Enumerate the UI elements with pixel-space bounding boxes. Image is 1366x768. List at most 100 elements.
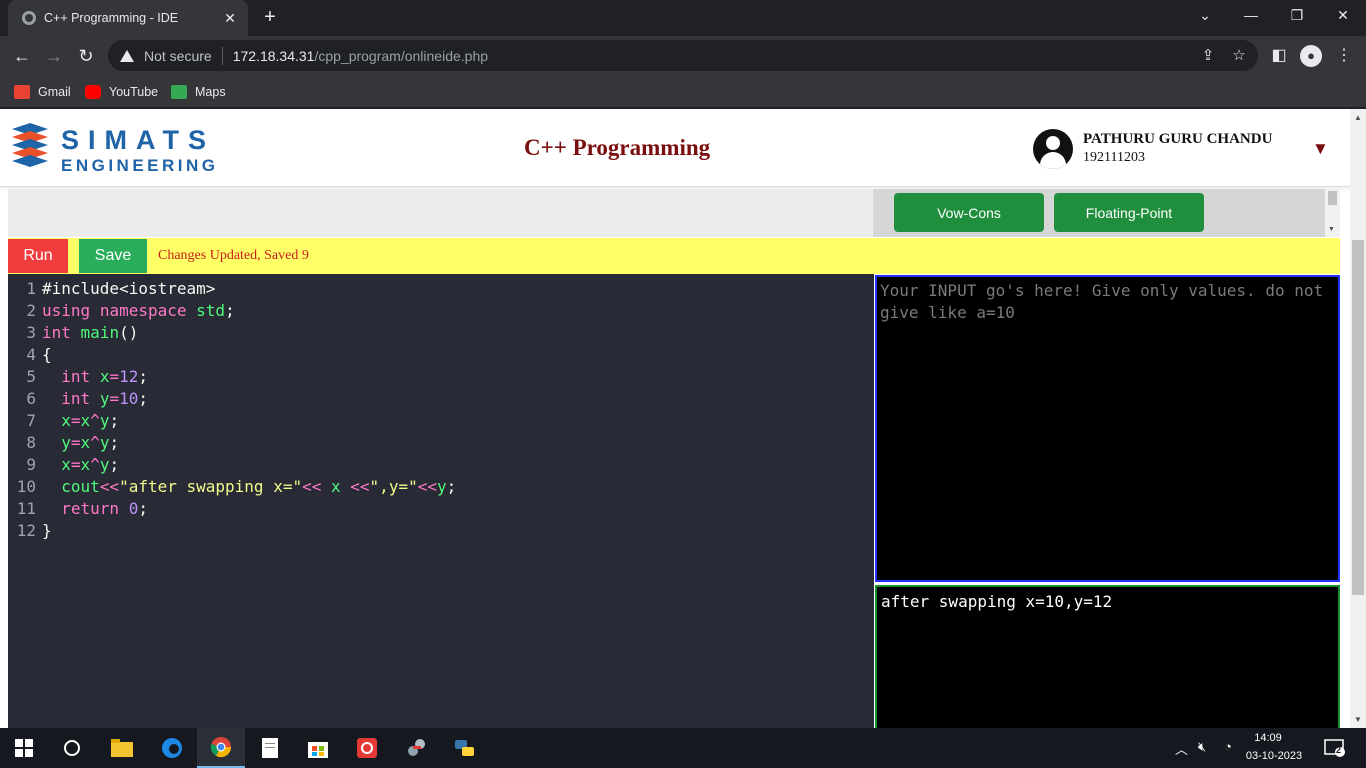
browser-toolbar: ← → ↻ Not secure 172.18.34.31/cpp_progra… (0, 36, 1366, 76)
snippet-button-floating-point[interactable]: Floating-Point (1054, 193, 1204, 232)
browser-titlebar: C++ Programming - IDE ✕ + ⌄ — ❐ ✕ (0, 0, 1366, 36)
line-number: 1 (26, 279, 36, 298)
code-line[interactable]: 8 y=x^y; (8, 432, 119, 454)
bookmark-label: Gmail (38, 85, 71, 99)
snippet-panel: Vow-Cons Floating-Point (873, 189, 1325, 237)
close-window-button[interactable]: ✕ (1320, 0, 1366, 32)
code-line[interactable]: 9 x=x^y; (8, 454, 119, 476)
profile-icon[interactable]: ● (1300, 45, 1322, 67)
volume-muted-icon[interactable]: 🔇︎ (1198, 739, 1206, 755)
user-avatar-icon[interactable] (1033, 129, 1073, 169)
code-line[interactable]: 1 #include<iostream> (8, 278, 215, 300)
start-icon[interactable] (0, 728, 48, 768)
store-icon[interactable] (294, 728, 342, 768)
code-editor[interactable]: 1 #include<iostream> 2 using namespace std;… (8, 274, 874, 728)
code-line[interactable]: 6 int y=10; (8, 388, 148, 410)
web-page: SIMATS ENGINEERING C++ Programming PATHU… (0, 109, 1366, 728)
site-header: SIMATS ENGINEERING C++ Programming PATHU… (0, 109, 1350, 187)
clock-time[interactable]: 14:09 (1244, 732, 1292, 744)
edge-icon[interactable] (148, 728, 196, 768)
program-output: after swapping x=10,y=12 (875, 585, 1340, 728)
simats-logo-mark-icon (12, 123, 48, 167)
menu-icon[interactable]: ⋮ (1332, 44, 1356, 68)
scrollbar-thumb[interactable] (1352, 240, 1364, 595)
scroll-up-arrow-icon[interactable]: ▲ (1354, 113, 1362, 122)
share-icon[interactable]: ⇪ (1198, 46, 1218, 66)
line-number: 7 (26, 411, 36, 430)
code-line[interactable]: 7 x=x^y; (8, 410, 119, 432)
chevron-up-icon[interactable]: ︿ (1175, 739, 1188, 758)
line-number: 5 (26, 367, 36, 386)
scroll-down-arrow-icon[interactable]: ▼ (1354, 715, 1362, 724)
windows-taskbar: ︿ 🔇︎ ◔ 14:09 03-10-2023 2 (0, 728, 1366, 768)
scroll-down-arrow-icon[interactable]: ▼ (1328, 226, 1335, 233)
line-number: 6 (26, 389, 36, 408)
reload-button[interactable]: ↻ (72, 42, 100, 70)
code-line[interactable]: 12} (8, 520, 52, 542)
save-button[interactable]: Save (79, 239, 147, 273)
user-menu-caret-icon[interactable]: ▼ (1312, 139, 1329, 159)
user-name: PATHURU GURU CHANDU (1083, 131, 1273, 147)
restore-button[interactable]: ❐ (1274, 0, 1320, 32)
back-button[interactable]: ← (8, 42, 36, 70)
app-icon[interactable] (343, 728, 391, 768)
python-icon[interactable] (441, 728, 489, 768)
snippet-scrollbar[interactable]: ▼ (1325, 189, 1340, 237)
run-button[interactable]: Run (8, 239, 68, 273)
bookmark-label: Maps (195, 85, 226, 99)
scrollbar-thumb[interactable] (1328, 191, 1337, 205)
bookmark-gmail[interactable]: Gmail (14, 82, 71, 102)
code-line[interactable]: 4{ (8, 344, 51, 366)
warning-icon (120, 49, 134, 62)
page-title: C++ Programming (524, 135, 711, 160)
browser-tab[interactable]: C++ Programming - IDE ✕ (8, 0, 248, 36)
minimize-button[interactable]: — (1228, 0, 1274, 32)
line-number: 8 (26, 433, 36, 452)
line-number: 4 (26, 345, 36, 364)
address-bar[interactable]: Not secure 172.18.34.31/cpp_program/onli… (108, 40, 1258, 71)
code-line[interactable]: 10 cout<<"after swapping x="<< x <<",y="… (8, 476, 457, 498)
snippet-button-vow-cons[interactable]: Vow-Cons (894, 193, 1044, 232)
divider (221, 46, 223, 65)
security-label[interactable]: Not secure (144, 48, 212, 64)
code-line[interactable]: 2 using namespace std; (8, 300, 234, 322)
line-number: 3 (26, 323, 36, 342)
forward-button[interactable]: → (40, 42, 68, 70)
notification-count: 2 (1336, 745, 1342, 755)
wifi-icon[interactable]: ◔ (1224, 739, 1232, 754)
line-number: 12 (16, 521, 36, 540)
file-explorer-icon[interactable] (98, 728, 146, 768)
notepad-icon[interactable] (246, 728, 294, 768)
line-number: 10 (16, 477, 36, 496)
tab-search-icon[interactable]: ⌄ (1182, 0, 1228, 32)
bookmark-maps[interactable]: Maps (171, 82, 226, 102)
snipping-icon[interactable] (392, 728, 440, 768)
line-number: 2 (26, 301, 36, 320)
bookmark-label: YouTube (109, 85, 159, 99)
snippet-bar: Vow-Cons Floating-Point ▼ (8, 189, 1340, 237)
simats-logo[interactable]: SIMATS ENGINEERING (8, 123, 215, 177)
search-icon[interactable] (48, 728, 96, 768)
chrome-icon[interactable] (197, 728, 245, 768)
page-scrollbar[interactable]: ▲ ▼ (1350, 109, 1366, 728)
save-status: Changes Updated, Saved 9 (158, 248, 309, 263)
program-input[interactable] (877, 277, 1338, 580)
tab-close-icon[interactable]: ✕ (222, 10, 238, 27)
code-line[interactable]: 3 int main() (8, 322, 138, 344)
logo-text-top: SIMATS (61, 125, 215, 155)
clock-date[interactable]: 03-10-2023 (1244, 750, 1304, 762)
line-number: 11 (16, 499, 36, 518)
line-number: 9 (26, 455, 36, 474)
side-panel-icon[interactable]: ◧ (1267, 44, 1291, 68)
tab-title: C++ Programming - IDE (44, 11, 179, 25)
bookmark-youtube[interactable]: YouTube (85, 82, 158, 102)
code-line[interactable]: 5 int x=12; (8, 366, 148, 388)
logo-text-bottom: ENGINEERING (61, 156, 219, 175)
code-line[interactable]: 11 return 0; (8, 498, 148, 520)
new-tab-button[interactable]: + (258, 6, 282, 30)
bookmark-star-icon[interactable]: ☆ (1229, 46, 1249, 66)
notification-icon[interactable]: 2 (1324, 738, 1346, 761)
gmail-icon (14, 85, 30, 99)
url-path: /cpp_program/onlineide.php (314, 47, 489, 64)
user-id: 192111203 (1083, 150, 1145, 165)
